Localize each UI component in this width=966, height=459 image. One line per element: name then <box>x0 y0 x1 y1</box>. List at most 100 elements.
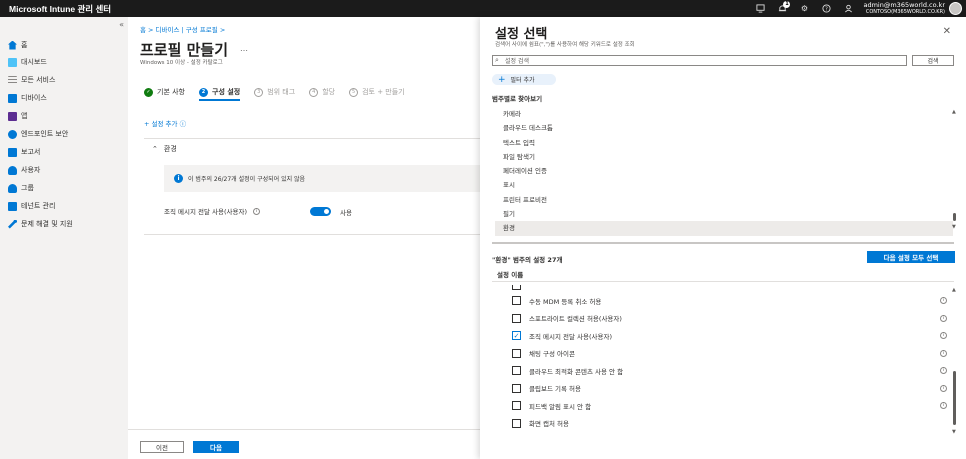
nav-item-dashboard[interactable]: 대시보드 <box>8 54 47 70</box>
scroll-up-icon[interactable]: ▲ <box>952 109 956 115</box>
setting-name: 채팅 구성 아이콘 <box>529 350 575 359</box>
close-icon[interactable]: ✕ <box>943 26 951 37</box>
scroll-up-icon[interactable]: ▲ <box>952 287 956 293</box>
list-item[interactable]: 피드백 알림 표시 안 함 i <box>512 397 947 415</box>
category-item[interactable]: 필기 <box>495 207 953 221</box>
info-banner: i 이 범주의 26/27개 설정이 구성되어 있지 않음 <box>164 165 480 192</box>
previous-button[interactable]: 이전 <box>140 441 184 453</box>
step-basics[interactable]: ✓ 기본 사항 <box>144 87 185 97</box>
step-review-create[interactable]: 5 검토 + 만들기 <box>349 87 405 97</box>
step-label: 할당 <box>322 88 336 96</box>
plus-icon: + <box>498 74 506 85</box>
feedback-icon[interactable] <box>843 4 853 14</box>
avatar[interactable] <box>949 2 962 15</box>
category-item[interactable]: 파일 탐색기 <box>495 150 953 164</box>
checkbox[interactable] <box>512 418 521 428</box>
info-icon[interactable]: i <box>940 332 947 340</box>
scroll-down-icon[interactable]: ▼ <box>952 224 956 230</box>
divider <box>144 138 480 139</box>
gear-icon[interactable]: ⚙ <box>799 4 809 14</box>
step-configuration[interactable]: 2 구성 설정 <box>199 87 241 101</box>
search-input[interactable]: 설정 검색 <box>492 55 907 66</box>
list-item[interactable]: 채팅 구성 아이콘 i <box>512 345 947 363</box>
search-button[interactable]: 검색 <box>912 55 954 66</box>
checkbox[interactable] <box>512 285 521 291</box>
info-icon[interactable]: i <box>940 297 947 305</box>
nav-item-reports[interactable]: 보고서 <box>8 144 40 160</box>
bell-icon[interactable]: 1 <box>777 0 791 14</box>
checkbox[interactable] <box>512 366 521 376</box>
next-button[interactable]: 다음 <box>193 441 239 453</box>
category-scrollbar[interactable] <box>953 213 956 221</box>
category-item[interactable]: 표시 <box>495 178 953 192</box>
list-item[interactable]: 수동 MDM 등록 취소 허용 i <box>512 292 947 310</box>
step-assignments[interactable]: 4 할당 <box>309 87 335 97</box>
setting-label: 조직 메시지 전달 사용(사용자) <box>164 208 248 216</box>
app-title[interactable]: Microsoft Intune 관리 센터 <box>0 3 755 15</box>
category-item[interactable]: 페더레이션 인증 <box>495 164 953 178</box>
nav-item-home[interactable]: 홈 <box>8 37 27 53</box>
select-all-button[interactable]: 다음 설정 모두 선택 <box>867 251 955 263</box>
setting-row: 조직 메시지 전달 사용(사용자) i <box>164 206 261 216</box>
panel-separator <box>492 242 954 244</box>
checkbox-checked[interactable]: ✓ <box>512 331 521 341</box>
filter-label: 필터 추가 <box>510 77 535 84</box>
nav-item-endpoint-security[interactable]: 엔드포인트 보안 <box>8 126 68 142</box>
checkbox[interactable] <box>512 383 521 393</box>
category-item-selected[interactable]: 환경 <box>495 221 953 236</box>
nav-item-users[interactable]: 사용자 <box>8 162 40 178</box>
breadcrumb[interactable]: 홈 > 디바이스 | 구성 프로필 > <box>140 24 225 34</box>
account-info[interactable]: admin@m365world.co.kr CONTOSO(M365WORLD.… <box>863 1 945 16</box>
step-scope-tags[interactable]: 3 범위 태그 <box>254 87 295 97</box>
info-icon[interactable]: i <box>253 207 261 215</box>
top-bar: Microsoft Intune 관리 센터 1 ⚙ ? admin@m365w… <box>0 0 966 17</box>
category-item[interactable]: 카메라 <box>495 107 953 121</box>
checkbox[interactable] <box>512 296 521 306</box>
category-item[interactable]: 텍스트 입력 <box>495 136 953 150</box>
info-icon[interactable]: i <box>940 349 947 357</box>
info-icon[interactable]: i <box>940 367 947 375</box>
checkbox[interactable] <box>512 313 521 323</box>
nav-item-troubleshooting[interactable]: 문제 해결 및 지원 <box>8 216 73 232</box>
add-setting-link[interactable]: + 설정 추가 ⓘ <box>144 118 186 128</box>
column-divider <box>492 281 954 282</box>
dashboard-icon <box>8 57 17 67</box>
list-item[interactable]: 클립보드 기록 허용 i <box>512 380 947 398</box>
info-icon[interactable]: i <box>940 402 947 410</box>
help-icon[interactable]: ? <box>821 4 831 14</box>
column-header-setting-name[interactable]: 설정 이름 <box>497 269 523 279</box>
settings-picker-panel: 설정 선택 ✕ 검색어 사이에 쉼표(",")를 사용하여 해당 키워드로 설정… <box>480 17 966 459</box>
info-icon[interactable]: i <box>940 384 947 392</box>
settings-scrollbar[interactable] <box>953 371 956 425</box>
screen-share-icon[interactable] <box>755 4 765 14</box>
list-item[interactable]: 스포트라이트 컬렉션 허용(사용자) i <box>512 310 947 328</box>
checkbox[interactable] <box>512 401 521 411</box>
settings-count-header: "환경" 범주의 설정 27개 <box>492 256 563 264</box>
more-options-icon[interactable]: … <box>240 44 248 53</box>
divider <box>144 234 480 235</box>
section-header[interactable]: ⌃ 환경 <box>152 144 177 154</box>
nav-item-devices[interactable]: 디바이스 <box>8 90 47 106</box>
nav-item-groups[interactable]: 그룹 <box>8 180 34 196</box>
list-item[interactable]: 화면 캡처 허용 <box>512 415 947 433</box>
step-label: 검토 + 만들기 <box>362 88 405 96</box>
nav-item-apps[interactable]: 앱 <box>8 108 27 124</box>
tenant-icon <box>8 201 17 211</box>
checkbox[interactable] <box>512 348 521 358</box>
setting-toggle[interactable] <box>310 207 331 216</box>
step-label: 기본 사항 <box>157 88 185 96</box>
add-filter-button[interactable]: + 필터 추가 <box>492 74 556 85</box>
wizard-steps: ✓ 기본 사항 2 구성 설정 3 범위 태그 4 할당 5 검토 + 만들기 <box>144 87 405 101</box>
list-item[interactable]: 클라우드 최적화 콘텐츠 사용 안 함 i <box>512 362 947 380</box>
scroll-down-icon[interactable]: ▼ <box>952 429 956 435</box>
list-item[interactable]: ✓ 조직 메시지 전달 사용(사용자) i <box>512 327 947 345</box>
category-item[interactable]: 클라우드 데스크톱 <box>495 121 953 135</box>
nav-item-tenant-admin[interactable]: 테넌트 관리 <box>8 198 55 214</box>
section-label: 환경 <box>163 145 177 153</box>
info-icon[interactable]: i <box>940 314 947 322</box>
category-item[interactable]: 프린터 프로비전 <box>495 193 953 207</box>
collapse-nav-icon[interactable]: « <box>119 20 124 29</box>
apps-icon <box>8 111 17 121</box>
setting-name: 스포트라이트 컬렉션 허용(사용자) <box>529 315 622 324</box>
nav-item-all-services[interactable]: 모든 서비스 <box>8 72 55 88</box>
